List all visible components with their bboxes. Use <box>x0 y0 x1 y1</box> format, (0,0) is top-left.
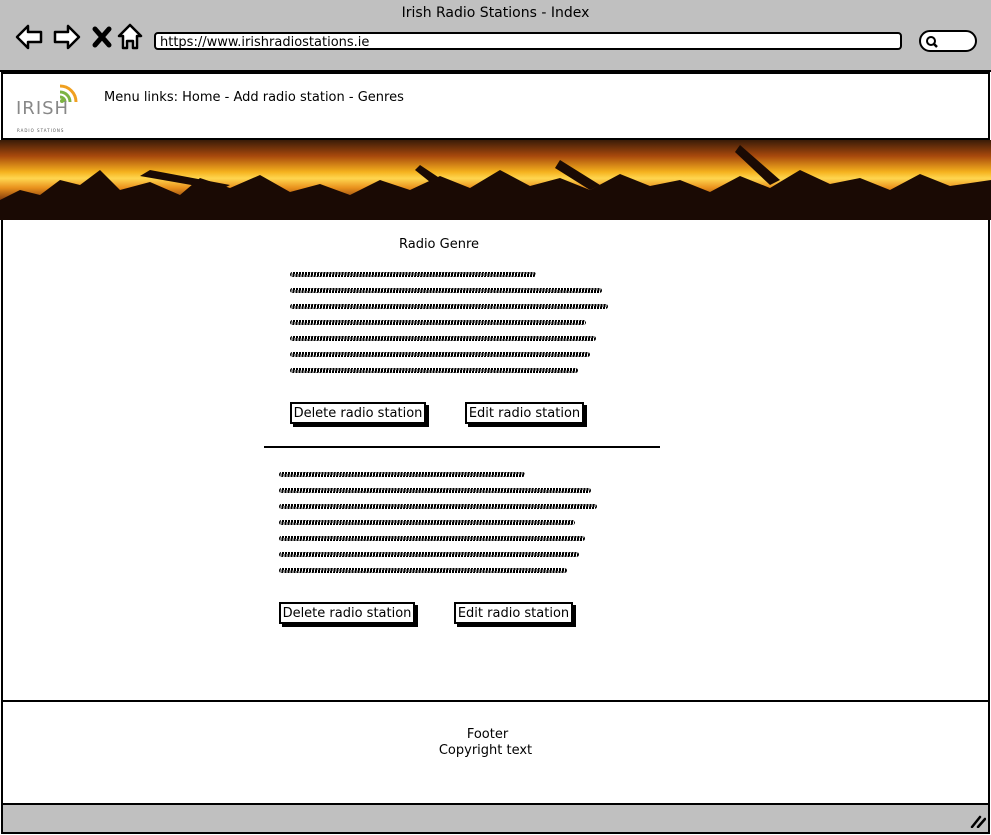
site-header <box>3 74 988 140</box>
logo-text: IRISH <box>16 98 70 119</box>
window-title: Irish Radio Stations - Index <box>401 5 590 21</box>
home-icon[interactable] <box>116 22 146 52</box>
search-icon <box>926 36 938 48</box>
section-title: Radio Genre <box>398 237 480 252</box>
delete-station-button-2[interactable]: Delete radio station <box>279 602 415 624</box>
back-arrow-icon[interactable] <box>14 22 44 52</box>
footer-copyright: Copyright text <box>438 743 533 758</box>
browser-search-field[interactable] <box>919 30 977 52</box>
browser-status-bar <box>3 803 988 832</box>
logo-subtext: RADIO STATIONS <box>17 128 65 133</box>
station-separator <box>264 446 660 448</box>
edit-station-button-1[interactable]: Edit radio station <box>465 402 584 424</box>
resize-grip-icon[interactable] <box>968 814 986 828</box>
forward-arrow-icon[interactable] <box>52 22 82 52</box>
menu-links[interactable]: Menu links: Home - Add radio station - G… <box>104 90 404 105</box>
concert-banner-image <box>0 140 991 220</box>
edit-station-button-2[interactable]: Edit radio station <box>454 602 573 624</box>
close-x-icon[interactable] <box>88 22 118 52</box>
station-description-2 <box>279 472 599 578</box>
station-description-1 <box>290 272 610 378</box>
footer-title: Footer <box>466 727 509 742</box>
delete-station-button-1[interactable]: Delete radio station <box>290 402 426 424</box>
url-bar[interactable]: https://www.irishradiostations.ie <box>154 32 902 50</box>
site-logo[interactable]: IRISH RADIO STATIONS <box>14 76 80 138</box>
